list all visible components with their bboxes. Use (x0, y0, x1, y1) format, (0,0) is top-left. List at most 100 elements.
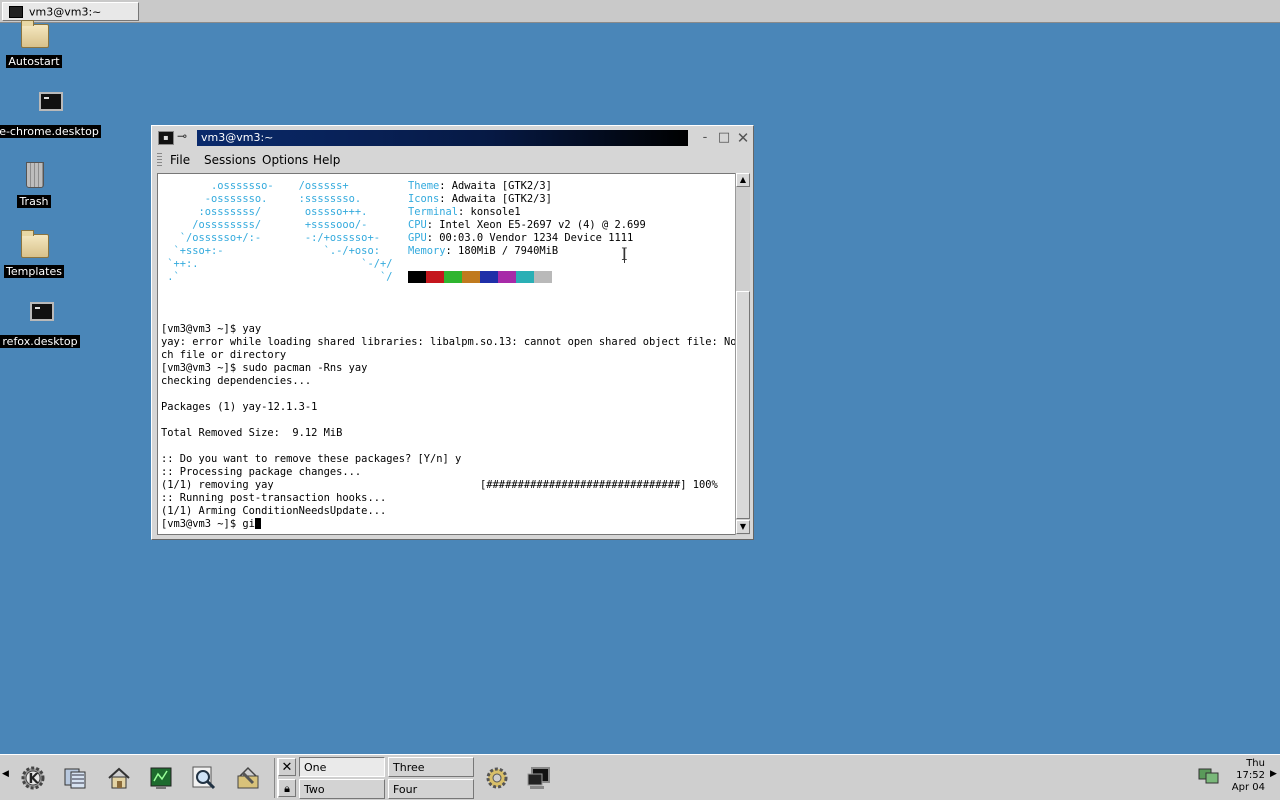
ascii-art-line: .` `/ (161, 271, 399, 283)
taskbar-window-title: vm3@vm3:~ (29, 5, 102, 19)
clock-date: Apr 04 (1231, 782, 1265, 793)
magnifier-icon (192, 766, 216, 790)
menu-options[interactable]: Options (262, 153, 308, 167)
menu-help[interactable]: Help (313, 153, 340, 167)
palette-swatch (534, 271, 552, 283)
clock-time: 17:52 (1236, 770, 1265, 781)
desktop-icon-trash[interactable]: Trash (0, 158, 89, 209)
ascii-art-line: `/ossssso+/:- -:/+osssso+- (161, 232, 387, 244)
desktop-icon-autostart[interactable]: Autostart (0, 18, 89, 69)
k-menu-icon: K (21, 766, 45, 790)
desktop-icon-label: Trash (17, 195, 51, 208)
scroll-down-arrow-icon[interactable]: ▼ (736, 520, 750, 534)
menu-file[interactable]: File (170, 153, 190, 167)
terminal-icon (527, 767, 550, 789)
clock-day: Thu (1246, 758, 1265, 769)
ascii-art-line: :osssssss/ osssso+++. (161, 206, 374, 218)
window-list-button[interactable] (57, 759, 95, 797)
ascii-art-line: `++:. `-/+/ (161, 258, 399, 270)
trash-icon (26, 162, 44, 188)
output-line: :: Running post-transaction hooks... (161, 492, 387, 504)
system-tools-button[interactable] (229, 759, 267, 797)
desktop-icon-firefox-desktop[interactable]: refox.desktop (0, 298, 95, 349)
panel-clock[interactable]: Thu 17:52 Apr 04 (1225, 758, 1265, 794)
terminal-output[interactable]: .osssssso- /osssss+ -osssssso. :ssssssso… (157, 173, 735, 535)
toolbox-icon (237, 766, 259, 789)
sysinfo-icons: Icons: Adwaita [GTK2/3] (408, 193, 552, 205)
output-line: (1/1) Arming ConditionNeedsUpdate... (161, 505, 387, 517)
palette-swatch (516, 271, 534, 283)
desktop-pager-three[interactable]: Three (388, 757, 474, 777)
output-line: :: Do you want to remove these packages?… (161, 453, 462, 465)
output-line: :: Processing package changes... (161, 466, 362, 478)
top-taskbar: vm3@vm3:~ (0, 0, 1280, 23)
sysinfo-cpu: CPU: Intel Xeon E5-2697 v2 (4) @ 2.699 (408, 219, 646, 231)
desktop-pager-two[interactable]: Two (299, 779, 385, 799)
output-line: (1/1) removing yay [####################… (161, 479, 718, 491)
terminal-icon (9, 6, 23, 18)
output-line: [vm3@vm3 ~]$ yay (161, 323, 262, 335)
desktop-pager-one[interactable]: One (299, 757, 385, 777)
konsole-window: ▪ ⊸ vm3@vm3:~ - □ ✕ File Sessions Option… (151, 125, 754, 540)
control-center-button[interactable] (142, 759, 180, 797)
svg-text:K: K (29, 772, 40, 787)
k-menu-button[interactable]: K (14, 759, 52, 797)
kicker-panel: ◀ K ✕ 🔒︎ One Two Three Four Thu 17:52 Ap… (0, 754, 1280, 800)
vertical-scrollbar[interactable]: ▲ ▼ (735, 173, 750, 535)
sysinfo-terminal: Terminal: konsole1 (408, 206, 521, 218)
output-line: Total Removed Size: 9.12 MiB (161, 427, 343, 439)
close-button[interactable]: ✕ (734, 129, 752, 147)
output-line: yay: error while loading shared librarie… (161, 336, 735, 348)
menubar: File Sessions Options Help (156, 151, 750, 169)
ascii-art-line: /ossssssss/ +ssssooo/- (161, 219, 374, 231)
lock-screen-icon[interactable]: 🔒︎ (278, 779, 296, 797)
ascii-art-line: -osssssso. :ssssssso. (161, 193, 368, 205)
sysinfo-theme: Theme: Adwaita [GTK2/3] (408, 180, 552, 192)
terminal-launcher-icon (39, 92, 63, 111)
sysinfo-memory: Memory: 180MiB / 7940MiB (408, 245, 559, 257)
close-applet-icon[interactable]: ✕ (278, 758, 296, 776)
folder-icon (21, 230, 49, 258)
desktop-icon-label: Autostart (6, 55, 62, 68)
desktop-icon-label: e-chrome.desktop (0, 125, 101, 138)
shell-prompt-text: [vm3@vm3 ~]$ gi (161, 518, 255, 530)
minimize-button[interactable]: - (696, 129, 714, 147)
desktop-pager-four[interactable]: Four (388, 779, 474, 799)
output-line: checking dependencies... (161, 375, 312, 387)
system-tray-network-icon[interactable] (1198, 765, 1220, 787)
scroll-up-arrow-icon[interactable]: ▲ (736, 173, 750, 187)
palette-swatch (480, 271, 498, 283)
desktop-icon-label: Templates (4, 265, 64, 278)
window-title: vm3@vm3:~ (197, 130, 688, 146)
palette-swatch (408, 271, 426, 283)
menu-sessions[interactable]: Sessions (204, 153, 256, 167)
panel-hide-right-arrow-icon[interactable]: ▶ (1270, 769, 1277, 779)
ascii-art-line: .osssssso- /osssss+ (161, 180, 355, 192)
shell-prompt-line[interactable]: [vm3@vm3 ~]$ gi (161, 518, 261, 531)
desktop-icon-chrome-desktop[interactable]: e-chrome.desktop (0, 88, 104, 139)
window-list-icon (64, 768, 86, 789)
home-icon (108, 767, 130, 789)
find-files-button[interactable] (185, 759, 223, 797)
gear-icon (486, 767, 508, 789)
palette-swatch (498, 271, 516, 283)
scrollbar-thumb[interactable] (736, 291, 750, 519)
panel-hide-left-arrow-icon[interactable]: ◀ (2, 769, 9, 779)
maximize-button[interactable]: □ (715, 129, 733, 147)
ascii-art-line: `+sso+:- `.-/+oso: (161, 245, 387, 257)
folder-icon (21, 20, 49, 48)
palette-swatch (426, 271, 444, 283)
control-center-icon (150, 767, 172, 789)
window-menu-icon[interactable]: ▪ (158, 131, 174, 145)
window-titlebar[interactable]: ▪ ⊸ vm3@vm3:~ - □ ✕ (156, 129, 750, 147)
home-folder-button[interactable] (100, 759, 138, 797)
output-line: Packages (1) yay-12.1.3-1 (161, 401, 318, 413)
pin-icon[interactable]: ⊸ (177, 129, 187, 143)
palette-swatch (462, 271, 480, 283)
text-cursor (254, 518, 261, 529)
sysinfo-gpu: GPU: 00:03.0 Vendor 1234 Device 1111 (408, 232, 634, 244)
settings-button[interactable] (478, 759, 516, 797)
konsole-taskbar-button[interactable] (520, 759, 558, 797)
output-line: [vm3@vm3 ~]$ sudo pacman -Rns yay (161, 362, 368, 374)
desktop-icon-templates[interactable]: Templates (0, 228, 89, 279)
